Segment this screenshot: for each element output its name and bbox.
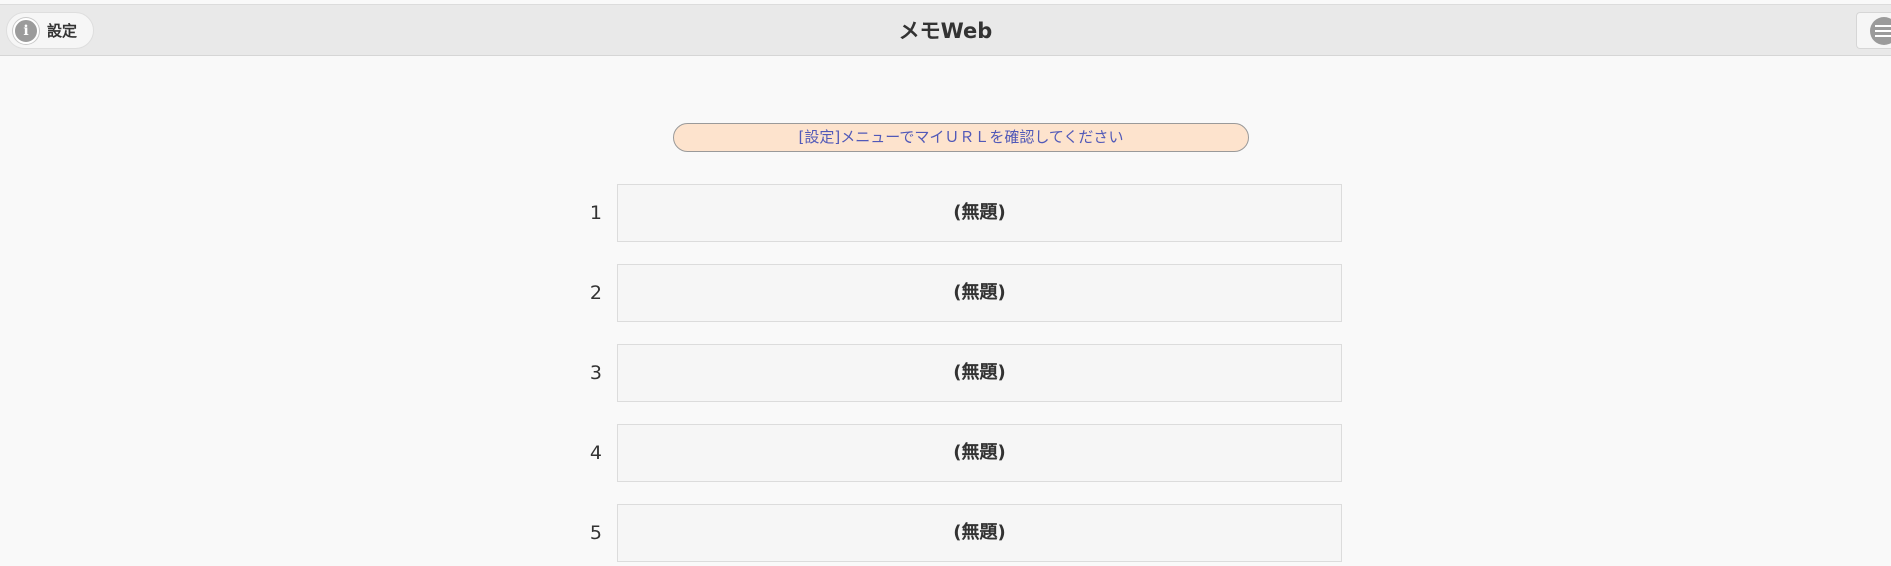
memo-row: 3 (無題)	[560, 344, 1342, 402]
memo-button[interactable]: (無題)	[617, 264, 1342, 322]
memo-button[interactable]: (無題)	[617, 504, 1342, 562]
settings-button-label: 設定	[47, 22, 78, 40]
hamburger-menu-icon	[1870, 17, 1891, 45]
settings-button[interactable]: i 設定	[6, 12, 94, 49]
memo-row: 4 (無題)	[560, 424, 1342, 482]
app-title: メモWeb	[898, 19, 993, 43]
memo-number: 3	[589, 362, 602, 384]
memo-number: 1	[589, 202, 602, 224]
memo-button[interactable]: (無題)	[617, 424, 1342, 482]
memo-number: 4	[589, 442, 602, 464]
memo-button[interactable]: (無題)	[617, 344, 1342, 402]
memo-button[interactable]: (無題)	[617, 184, 1342, 242]
memo-number: 2	[589, 282, 602, 304]
memo-row: 5 (無題)	[560, 504, 1342, 562]
memo-row: 2 (無題)	[560, 264, 1342, 322]
memo-number: 5	[589, 522, 602, 544]
menu-button[interactable]	[1856, 12, 1891, 49]
header-bar: メモWeb i 設定	[0, 4, 1891, 56]
my-url-notice: [設定]メニューでマイＵＲＬを確認してください	[673, 123, 1249, 152]
info-icon: i	[13, 17, 39, 44]
memo-row: 1 (無題)	[560, 184, 1342, 242]
